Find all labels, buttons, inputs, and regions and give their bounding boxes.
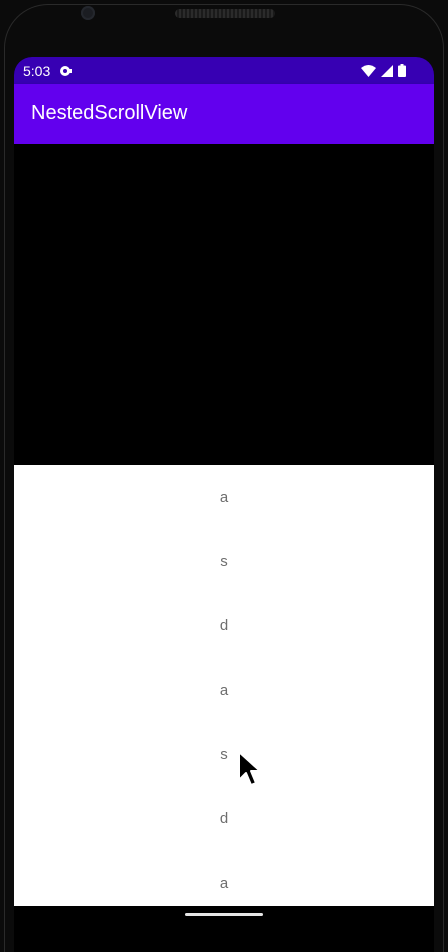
- list-item: a: [219, 489, 229, 506]
- app-title: NestedScrollView: [31, 102, 188, 124]
- cell-signal-icon: [381, 64, 393, 80]
- phone-screen: 5:03 NestedScrollView a s d a s d a: [14, 57, 434, 952]
- app-bar: NestedScrollView: [14, 84, 434, 144]
- mouse-pointer-icon: [236, 750, 262, 790]
- home-gesture-handle[interactable]: [185, 913, 263, 916]
- status-time: 5:03: [23, 63, 51, 79]
- notification-icon: [59, 64, 73, 78]
- status-bar: 5:03: [14, 57, 434, 84]
- front-camera: [81, 6, 95, 20]
- list-item: a: [219, 682, 229, 699]
- earpiece-speaker: [175, 9, 275, 18]
- list-item: s: [220, 746, 228, 763]
- list-item: a: [219, 875, 229, 892]
- list-item: s: [220, 553, 228, 570]
- list-item: d: [219, 810, 229, 827]
- navigation-bar: [14, 906, 434, 952]
- nested-scroll-view[interactable]: a s d a s d a: [14, 465, 434, 906]
- battery-icon: [398, 64, 406, 80]
- collapsing-header-area: [14, 144, 434, 465]
- wifi-icon: [361, 64, 376, 80]
- device-frame: 5:03 NestedScrollView a s d a s d a: [0, 0, 448, 952]
- list-item: d: [219, 617, 229, 634]
- system-icons: [361, 64, 406, 80]
